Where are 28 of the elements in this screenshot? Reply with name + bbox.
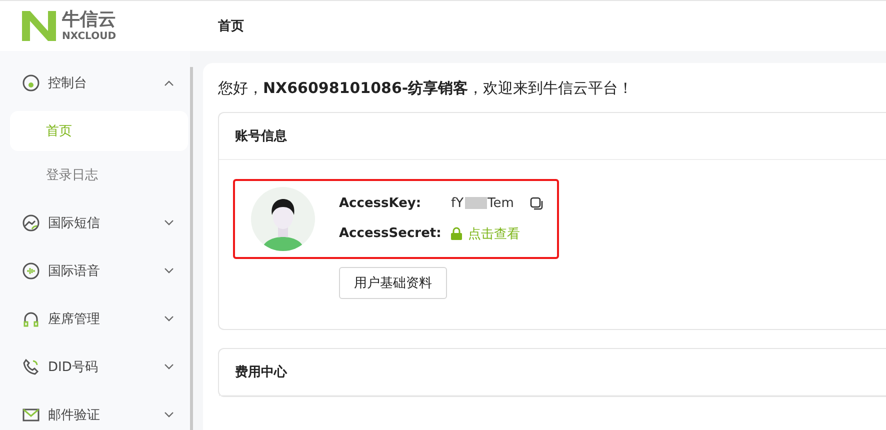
greeting-text: 您好，NX66098101086-纺享销客，欢迎来到牛信云平台！ <box>218 79 634 98</box>
access-key-start: fY <box>451 196 464 210</box>
phone-icon <box>22 358 40 376</box>
sidebar-item[interactable]: 邮件验证 <box>0 391 190 430</box>
profile-button[interactable]: 用户基础资料 <box>339 267 447 299</box>
sidebar-item[interactable]: 国际语音 <box>0 247 190 295</box>
access-key-label: AccessKey: <box>339 196 422 210</box>
sidebar-subitem[interactable]: 登录日志 <box>10 155 188 195</box>
sidebar-item[interactable]: 控制台 <box>0 59 190 107</box>
voice-icon <box>22 262 40 280</box>
sidebar-item[interactable]: 国际短信 <box>0 199 190 247</box>
headset-icon <box>22 310 40 328</box>
lock-icon <box>451 227 462 240</box>
sidebar-item[interactable]: 座席管理 <box>0 295 190 343</box>
access-key-end: Tem <box>488 196 514 210</box>
globe-icon <box>22 214 40 232</box>
access-secret-label: AccessSecret: <box>339 226 442 241</box>
card-title: 费用中心 <box>235 364 287 381</box>
logo-subtitle: NXCLOUD <box>62 32 116 42</box>
copy-icon[interactable] <box>530 196 543 210</box>
gauge-icon <box>22 74 40 92</box>
blurred-region <box>464 197 487 209</box>
page-title: 首页 <box>218 18 244 35</box>
sidebar-item[interactable]: DID号码 <box>0 343 190 391</box>
logo-name: 牛信云 <box>62 10 116 28</box>
mail-icon <box>22 406 40 424</box>
logo-icon <box>22 11 56 41</box>
card-title: 账号信息 <box>235 128 287 145</box>
